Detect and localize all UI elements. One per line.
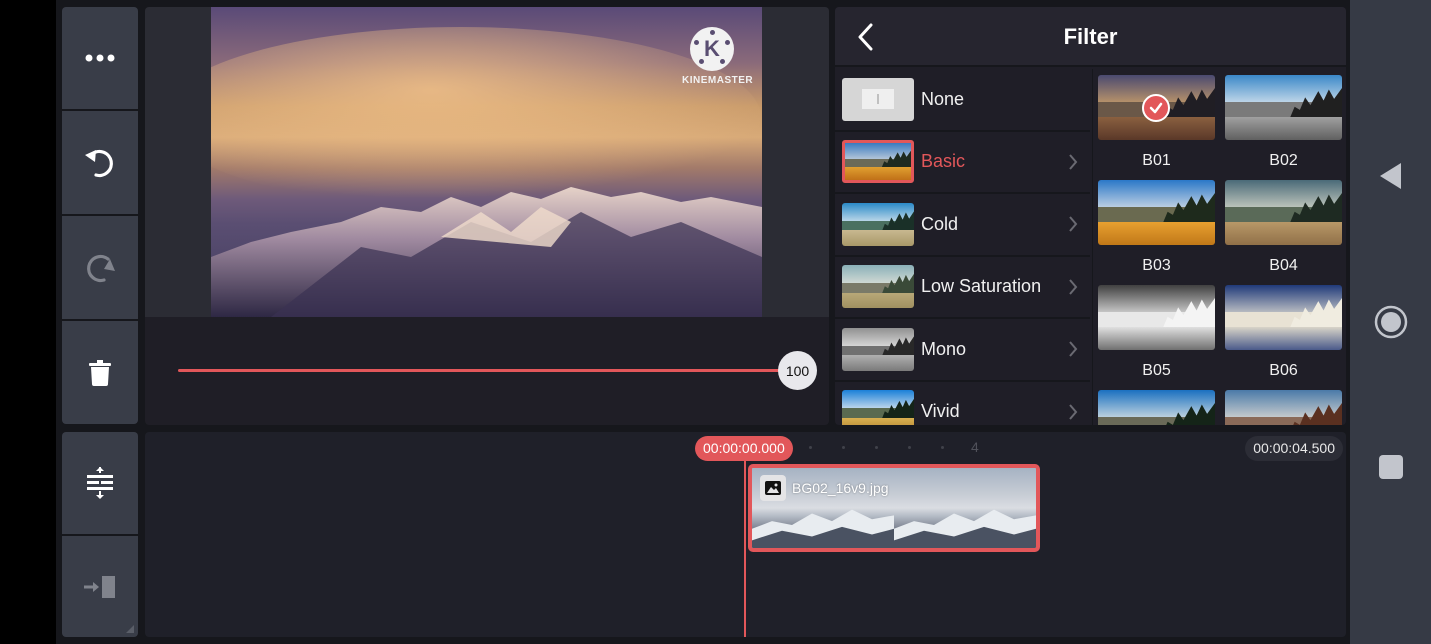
kinemaster-editor: K KINEMASTER 100 Filter None Basic Cold … xyxy=(56,0,1350,644)
kinemaster-logo-icon: K xyxy=(690,27,734,71)
filter-item-b04[interactable]: B04 xyxy=(1225,180,1342,285)
filter-thumb xyxy=(1225,75,1342,140)
filter-category-cold[interactable]: Cold xyxy=(835,194,1090,257)
filter-header: Filter xyxy=(835,7,1346,67)
redo-icon xyxy=(87,254,115,282)
undo-icon xyxy=(85,149,113,177)
none-thumb xyxy=(842,77,914,121)
undo-button[interactable] xyxy=(62,111,138,214)
ruler-tick xyxy=(941,446,944,449)
ruler-tick xyxy=(908,446,911,449)
preview-canvas: K KINEMASTER xyxy=(145,7,829,317)
chevron-right-icon xyxy=(1069,154,1078,170)
redo-button[interactable] xyxy=(62,216,138,319)
category-label: None xyxy=(921,88,965,109)
filter-thumb xyxy=(1098,285,1215,350)
ruler-label: 4 xyxy=(971,439,979,455)
filter-item-b05[interactable]: B05 xyxy=(1098,285,1215,390)
image-clip-icon xyxy=(760,475,786,501)
filter-grid: B01 B02 B03 B04 B05 B06 xyxy=(1098,75,1342,425)
more-horizontal-icon xyxy=(85,54,115,62)
chevron-right-icon xyxy=(1069,341,1078,357)
filter-thumb xyxy=(1225,390,1342,425)
filter-category-none[interactable]: None xyxy=(835,69,1090,132)
clip-name: BG02_16v9.jpg xyxy=(792,480,889,496)
filter-strength-slider-track[interactable] xyxy=(178,369,798,372)
filter-panel: Filter None Basic Cold Low Saturation Mo… xyxy=(835,7,1346,425)
filter-item-b06[interactable]: B06 xyxy=(1225,285,1342,390)
nav-recents-button[interactable] xyxy=(1350,452,1431,482)
filter-category-list: None Basic Cold Low Saturation Mono Vivi… xyxy=(835,69,1090,425)
mountain-scene xyxy=(211,27,762,317)
filter-label: B06 xyxy=(1269,362,1298,379)
more-options-button[interactable] xyxy=(62,7,138,109)
category-thumb xyxy=(842,202,914,246)
filter-category-basic[interactable]: Basic xyxy=(835,131,1090,194)
nav-home-button[interactable] xyxy=(1350,300,1431,344)
delete-button[interactable] xyxy=(62,321,138,424)
selected-check-icon xyxy=(1142,94,1170,122)
trash-icon xyxy=(89,359,111,386)
ruler-tick xyxy=(842,446,845,449)
filter-thumb xyxy=(1225,180,1342,245)
chevron-right-icon xyxy=(1069,216,1078,232)
kinemaster-watermark: K KINEMASTER xyxy=(682,27,754,86)
ruler-tick xyxy=(809,446,812,449)
timeline-clip[interactable]: BG02_16v9.jpg xyxy=(748,464,1040,552)
filter-title: Filter xyxy=(1063,24,1118,49)
filter-strength-slider-knob[interactable]: 100 xyxy=(778,351,817,390)
filter-label: B04 xyxy=(1269,257,1298,274)
filter-thumb xyxy=(1225,285,1342,350)
category-thumb xyxy=(842,327,914,371)
filter-item-b08[interactable] xyxy=(1225,390,1342,425)
jump-to-clip-button[interactable] xyxy=(62,536,138,637)
filter-thumb xyxy=(1098,180,1215,245)
filter-label: B01 xyxy=(1142,152,1171,169)
category-label: Mono xyxy=(921,338,967,359)
corner-indicator-icon xyxy=(126,625,134,633)
filter-label: B02 xyxy=(1269,152,1298,169)
timeline[interactable]: 4 BG02_16v9.jpg 00:00:00.000 00:00:04.50… xyxy=(145,432,1346,637)
chevron-right-icon xyxy=(1069,404,1078,420)
home-icon xyxy=(1374,305,1407,339)
filter-label: B05 xyxy=(1142,362,1171,379)
filter-item-b07[interactable] xyxy=(1098,390,1215,425)
category-label: Basic xyxy=(921,151,966,172)
preview-panel: K KINEMASTER 100 xyxy=(145,7,829,425)
back-icon xyxy=(1379,163,1401,189)
filter-label: B03 xyxy=(1142,257,1171,274)
current-timecode: 00:00:00.000 xyxy=(695,436,793,461)
filter-item-b01[interactable]: B01 xyxy=(1098,75,1215,180)
ruler-tick xyxy=(875,446,878,449)
filter-item-b03[interactable]: B03 xyxy=(1098,180,1215,285)
expand-timeline-button[interactable] xyxy=(62,432,138,534)
recents-icon xyxy=(1378,455,1403,479)
filter-item-b02[interactable]: B02 xyxy=(1225,75,1342,180)
playhead[interactable] xyxy=(744,461,746,637)
filter-thumb xyxy=(1098,390,1215,425)
category-label: Low Saturation xyxy=(921,276,1042,297)
nav-back-button[interactable] xyxy=(1350,155,1431,197)
category-thumb xyxy=(842,390,914,425)
filter-category-vivid[interactable]: Vivid xyxy=(835,381,1090,425)
filter-category-mono[interactable]: Mono xyxy=(835,319,1090,382)
android-nav-bar xyxy=(1350,0,1431,644)
total-duration: 00:00:04.500 xyxy=(1245,436,1343,461)
category-thumb xyxy=(842,265,914,309)
category-label: Cold xyxy=(921,213,959,234)
filter-grid-container: B01 B02 B03 B04 B05 B06 xyxy=(1092,69,1346,425)
preview-image[interactable]: K KINEMASTER xyxy=(211,7,762,317)
filter-thumb xyxy=(1098,75,1215,140)
kinemaster-logo-text: KINEMASTER xyxy=(682,75,754,86)
category-thumb xyxy=(842,140,914,184)
chevron-right-icon xyxy=(1069,279,1078,295)
jump-to-end-icon xyxy=(84,575,115,598)
filter-category-low-saturation[interactable]: Low Saturation xyxy=(835,256,1090,319)
category-label: Vivid xyxy=(921,401,960,422)
expand-tracks-icon xyxy=(87,467,113,499)
